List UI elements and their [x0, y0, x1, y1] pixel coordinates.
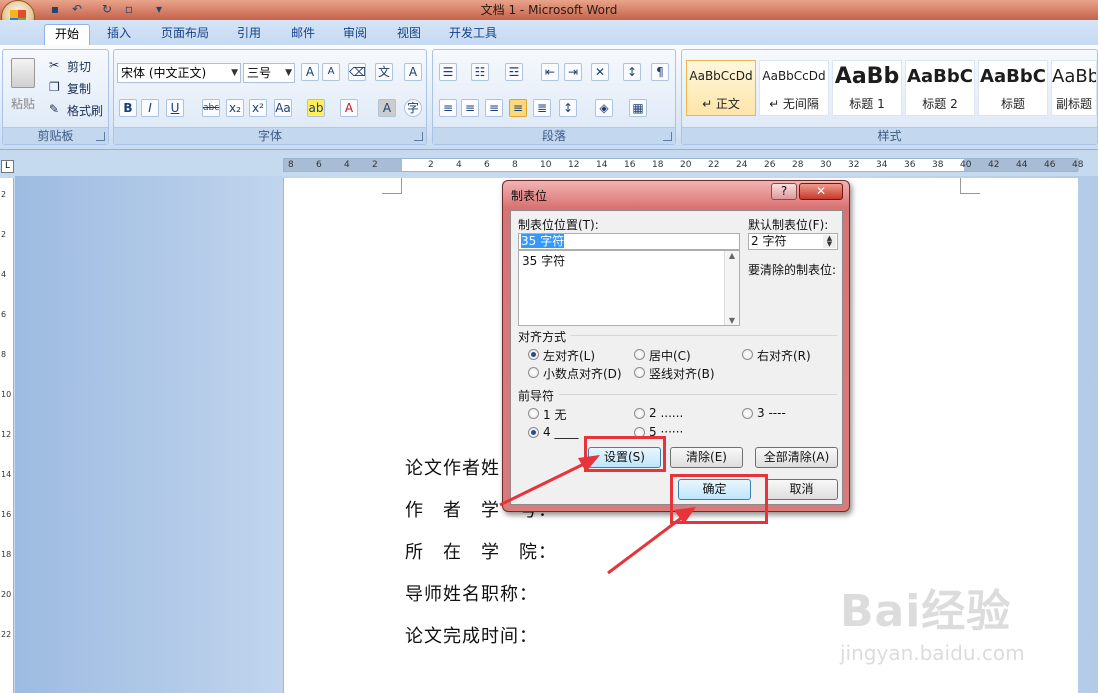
arrow-line-to-ok	[607, 514, 685, 575]
watermark-url: jingyan.baidu.com	[840, 641, 1025, 665]
watermark-brand: Bai经验	[840, 586, 1012, 637]
baidu-watermark: Bai经验 jingyan.baidu.com	[840, 575, 1080, 675]
arrow-head-to-set	[578, 455, 600, 472]
arrow-line-to-set	[499, 460, 589, 507]
